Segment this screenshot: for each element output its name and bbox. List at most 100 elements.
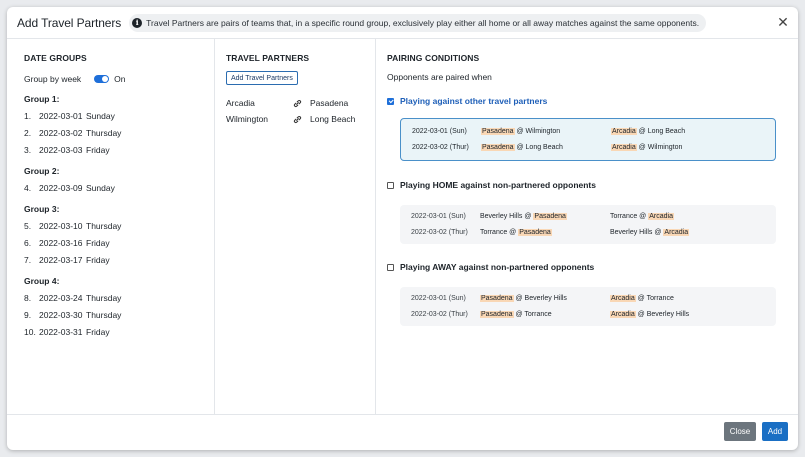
travel-partners-heading: TRAVEL PARTNERS (226, 53, 310, 63)
link-icon (293, 115, 310, 124)
pairing-conditions-heading: PAIRING CONDITIONS (387, 53, 480, 63)
partner-team-a: Wilmington (226, 114, 269, 124)
date-index: 4. (24, 183, 32, 193)
day-name: Sunday (86, 111, 115, 121)
dialog-body: DATE GROUPS Group by week On Group 1: 1. 2… (7, 39, 798, 414)
close-icon[interactable]: ✕ (777, 15, 789, 29)
date-value: 2022-03-03 (39, 145, 83, 155)
checkbox-icon[interactable] (387, 97, 394, 105)
group-title: Group 2: (24, 166, 60, 176)
day-name: Thursday (86, 293, 122, 303)
example-matchup: Arcadia @ Beverley Hills (610, 310, 690, 318)
pairing-conditions-list: Playing against other travel partners 202… (387, 96, 798, 326)
travel-partners-list: Arcadia Pasadena Wilmington Long Beach (226, 98, 375, 124)
date-value: 2022-03-10 (39, 221, 83, 231)
example-row: 2022-03-02 (Thur) Pasadena @ Long Beach Ar… (412, 139, 764, 155)
date-row: 4. 2022-03-09 Sunday (24, 184, 214, 193)
date-value: 2022-03-17 (39, 255, 83, 265)
highlighted-team: Arcadia (663, 228, 690, 236)
date-index: 10. (24, 327, 36, 337)
highlighted-team: Arcadia (648, 212, 674, 220)
dialog-header: Add Travel Partners i Travel Partners ar… (7, 7, 798, 39)
partner-row: Arcadia Pasadena (226, 98, 375, 108)
example-row: 2022-03-02 (Thur) Pasadena @ Torrance Arca… (411, 306, 765, 322)
group-by-week-row: Group by week On (24, 74, 214, 84)
matchup-prefix: Torrance @ (480, 228, 519, 236)
matchup-prefix: Beverley Hills @ (480, 212, 534, 220)
date-index: 5. (24, 221, 32, 231)
date-row: 9. 2022-03-30 Thursday (24, 311, 214, 320)
example-date: 2022-03-02 (Thur) (411, 310, 468, 318)
example-matchup: Beverley Hills @ Pasadena (480, 212, 610, 220)
pairing-condition-label: Playing HOME against non-partnered oppon… (400, 180, 596, 190)
example-date: 2022-03-02 (Thur) (411, 228, 468, 236)
partner-team-b: Pasadena (310, 98, 349, 108)
example-matchup: Torrance @ Pasadena (480, 228, 610, 236)
close-button[interactable]: Close (724, 422, 756, 441)
example-matchup: Arcadia @ Long Beach (611, 127, 686, 135)
toggle-state-label: On (114, 74, 126, 84)
highlighted-team: Arcadia (610, 294, 636, 302)
add-button[interactable]: Add (762, 422, 788, 441)
date-value: 2022-03-02 (39, 128, 83, 138)
info-text: Travel Partners are pairs of teams that,… (146, 17, 700, 28)
dialog-footer: Close Add (7, 414, 798, 450)
date-groups-heading: DATE GROUPS (24, 53, 87, 63)
matchup-suffix: @ Long Beach (636, 127, 686, 135)
group-title: Group 1: (24, 94, 60, 104)
date-index: 2. (24, 128, 32, 138)
add-travel-partners-dialog: Add Travel Partners i Travel Partners ar… (7, 7, 798, 450)
example-matchup: Beverley Hills @ Arcadia (610, 228, 690, 236)
example-row: 2022-03-02 (Thur) Torrance @ Pasadena Beve… (411, 224, 765, 240)
checkbox-icon[interactable] (387, 263, 394, 271)
partner-team-a: Arcadia (226, 98, 255, 108)
date-index: 7. (24, 255, 32, 265)
checkbox-icon[interactable] (387, 181, 394, 189)
example-matchup: Pasadena @ Long Beach (481, 143, 611, 151)
highlighted-team: Pasadena (518, 228, 552, 236)
day-name: Thursday (86, 128, 122, 138)
pairing-conditions-panel: PAIRING CONDITIONS Opponents are paired … (376, 39, 798, 414)
highlighted-team: Arcadia (611, 127, 637, 135)
day-name: Friday (86, 145, 110, 155)
example-date: 2022-03-01 (Sun) (412, 127, 467, 135)
dialog-title: Add Travel Partners (17, 15, 122, 30)
highlighted-team: Arcadia (610, 310, 636, 318)
matchup-suffix: @ Torrance (635, 294, 674, 302)
pairing-conditions-subtext: Opponents are paired when (387, 72, 492, 82)
matchup-suffix: @ Wilmington (636, 143, 683, 151)
travel-partners-panel: TRAVEL PARTNERS Add Travel Partners Arca… (215, 39, 376, 414)
group-by-week-toggle[interactable] (94, 75, 110, 83)
example-matchup: Pasadena @ Beverley Hills (480, 294, 610, 302)
date-groups-panel: DATE GROUPS Group by week On Group 1: 1. 2… (7, 39, 215, 414)
pairing-condition-label: Playing AWAY against non-partnered oppon… (400, 262, 595, 272)
example-matchup: Pasadena @ Wilmington (481, 127, 611, 135)
date-value: 2022-03-24 (39, 293, 83, 303)
date-index: 1. (24, 111, 32, 121)
example-row: 2022-03-01 (Sun) Beverley Hills @ Pasaden… (411, 208, 765, 224)
link-icon (293, 99, 310, 108)
matchup-prefix: Torrance @ (610, 212, 649, 220)
date-value: 2022-03-09 (39, 183, 83, 193)
highlighted-team: Pasadena (480, 310, 514, 318)
matchup-suffix: @ Wilmington (514, 127, 561, 135)
date-index: 8. (24, 293, 32, 303)
matchup-suffix: @ Torrance (513, 310, 552, 318)
day-name: Friday (86, 327, 110, 337)
date-row: 8. 2022-03-24 Thursday (24, 294, 214, 303)
example-date: 2022-03-02 (Thur) (412, 143, 469, 151)
matchup-prefix: Beverley Hills @ (610, 228, 664, 236)
group-title: Group 3: (24, 204, 60, 214)
date-row: 1. 2022-03-01 Sunday (24, 112, 214, 121)
date-row: 6. 2022-03-16 Friday (24, 239, 214, 248)
highlighted-team: Pasadena (481, 127, 515, 135)
example-date: 2022-03-01 (Sun) (411, 212, 466, 220)
pairing-condition: Playing against other travel partners (387, 96, 798, 106)
date-row: 10. 2022-03-31 Friday (24, 328, 214, 337)
matchup-suffix: @ Beverley Hills (635, 310, 690, 318)
add-travel-partners-button[interactable]: Add Travel Partners (226, 71, 298, 85)
date-row: 2. 2022-03-02 Thursday (24, 129, 214, 138)
info-banner: i Travel Partners are pairs of teams tha… (129, 13, 707, 32)
date-index: 3. (24, 145, 32, 155)
pairing-example-box: 2022-03-01 (Sun) Beverley Hills @ Pasaden… (400, 205, 776, 244)
